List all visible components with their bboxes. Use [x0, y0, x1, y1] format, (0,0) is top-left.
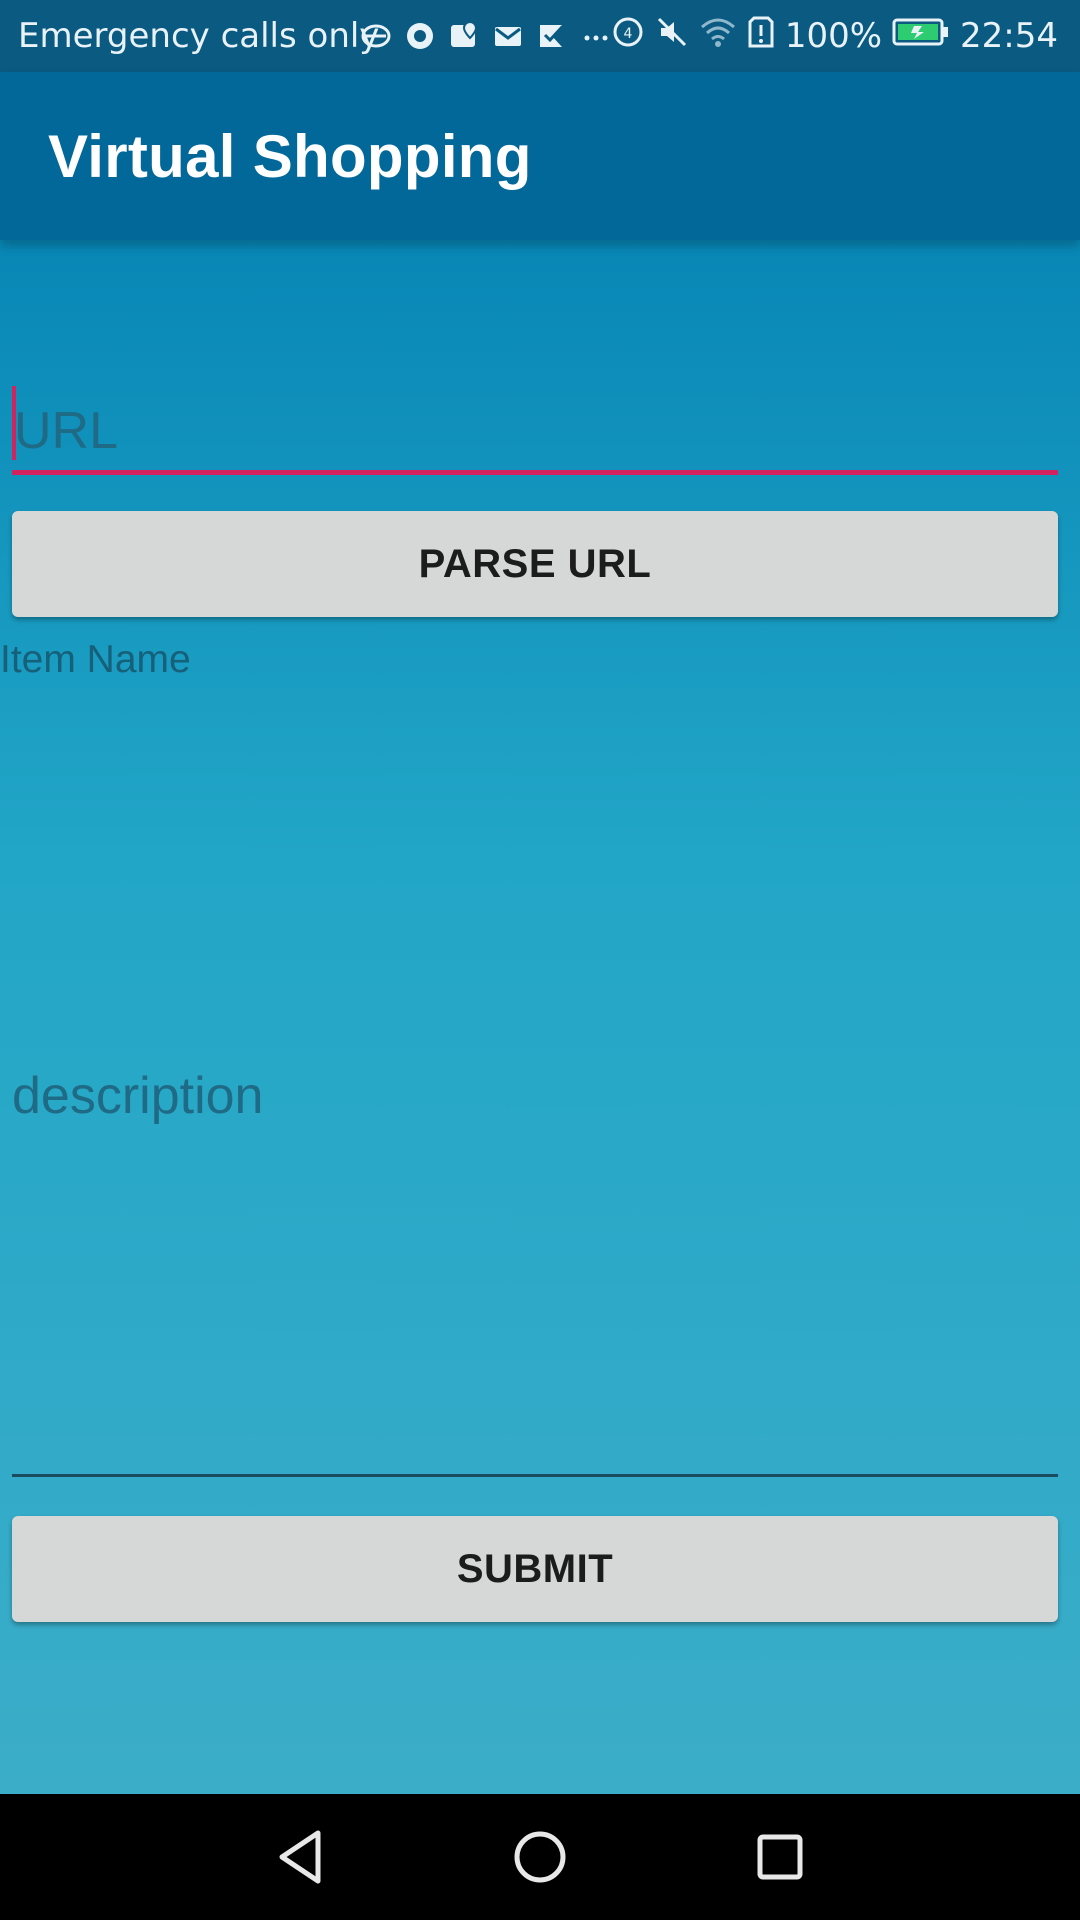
app-title: Virtual Shopping	[48, 122, 532, 190]
battery-percent: 100%	[784, 16, 883, 56]
recents-button[interactable]	[745, 1822, 815, 1892]
back-icon	[279, 1830, 321, 1884]
notification-icons	[360, 0, 612, 72]
url-field[interactable]	[12, 380, 1058, 475]
text-cursor	[12, 386, 16, 460]
navigation-bar	[0, 1794, 1080, 1920]
data-saver-icon: 4	[611, 15, 645, 58]
clock: 22:54	[960, 16, 1058, 56]
maps-icon	[448, 20, 480, 52]
home-button[interactable]	[505, 1822, 575, 1892]
item-name-label: Item Name	[0, 638, 191, 681]
submit-button[interactable]: SUBMIT	[12, 1516, 1058, 1622]
description-field[interactable]	[12, 1040, 1058, 1477]
storage-alert-icon	[747, 15, 775, 58]
parse-url-button[interactable]: PARSE URL	[12, 511, 1058, 617]
main-content: PARSE URL Item Name SUBMIT	[0, 240, 1080, 1794]
svg-text:4: 4	[623, 26, 632, 42]
status-bar: Emergency calls only 4 100% 22:54	[0, 0, 1080, 72]
gmail-icon	[492, 20, 524, 52]
battery-charging-icon	[892, 16, 950, 56]
app-bar: Virtual Shopping	[0, 72, 1080, 240]
carrier-glyph-icon	[360, 20, 392, 52]
recents-icon	[757, 1834, 803, 1880]
chrome-icon	[404, 20, 436, 52]
back-button[interactable]	[265, 1822, 335, 1892]
tasks-check-icon	[536, 20, 568, 52]
more-dots-icon	[580, 20, 612, 52]
carrier-text: Emergency calls only	[18, 16, 380, 56]
url-input[interactable]	[12, 380, 1058, 470]
mute-icon	[655, 15, 689, 58]
wifi-icon	[699, 15, 737, 58]
description-input[interactable]	[12, 1040, 1058, 1474]
system-status: 4 100% 22:54	[611, 0, 1058, 72]
home-icon	[514, 1831, 566, 1883]
